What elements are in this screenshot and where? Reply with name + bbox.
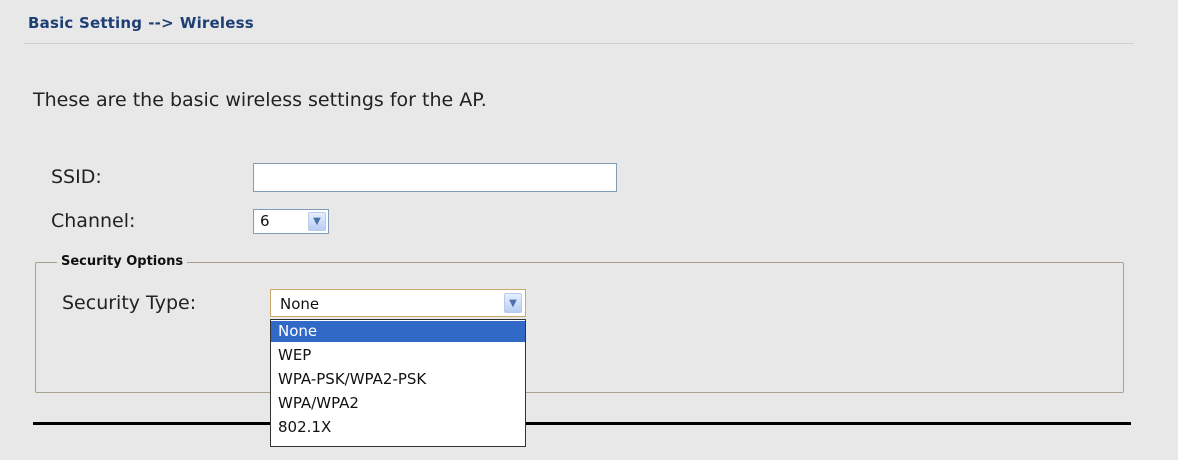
security-type-dropdown-list: None WEP WPA-PSK/WPA2-PSK WPA/WPA2 802.1… (270, 319, 526, 447)
dropdown-option-wpa-wpa2[interactable]: WPA/WPA2 (271, 393, 525, 414)
security-options-legend: Security Options (57, 254, 188, 269)
chevron-down-icon[interactable]: ▼ (308, 212, 326, 231)
header-divider (24, 43, 1134, 44)
security-type-value: None (280, 295, 320, 313)
channel-value: 6 (260, 212, 270, 230)
channel-label: Channel: (51, 210, 136, 232)
dropdown-option-wpa-psk-wpa2-psk[interactable]: WPA-PSK/WPA2-PSK (271, 369, 525, 390)
dropdown-option-wep[interactable]: WEP (271, 345, 525, 366)
breadcrumb-section: Basic Setting (28, 14, 143, 32)
footer-divider (33, 422, 1131, 425)
channel-select[interactable]: 6 ▼ (253, 209, 329, 234)
breadcrumb-separator: --> (148, 14, 174, 32)
ssid-label: SSID: (51, 166, 102, 188)
security-type-label: Security Type: (62, 292, 197, 314)
chevron-down-icon[interactable]: ▼ (504, 293, 522, 313)
security-options-group (35, 262, 1124, 393)
dropdown-option-802-1x[interactable]: 802.1X (271, 417, 525, 438)
dropdown-option-none[interactable]: None (271, 321, 525, 342)
breadcrumb-page: Wireless (179, 14, 254, 32)
intro-text: These are the basic wireless settings fo… (33, 89, 487, 111)
security-type-select[interactable]: None ▼ (270, 289, 526, 317)
breadcrumb: Basic Setting --> Wireless (28, 14, 254, 32)
ssid-input[interactable] (253, 163, 617, 192)
